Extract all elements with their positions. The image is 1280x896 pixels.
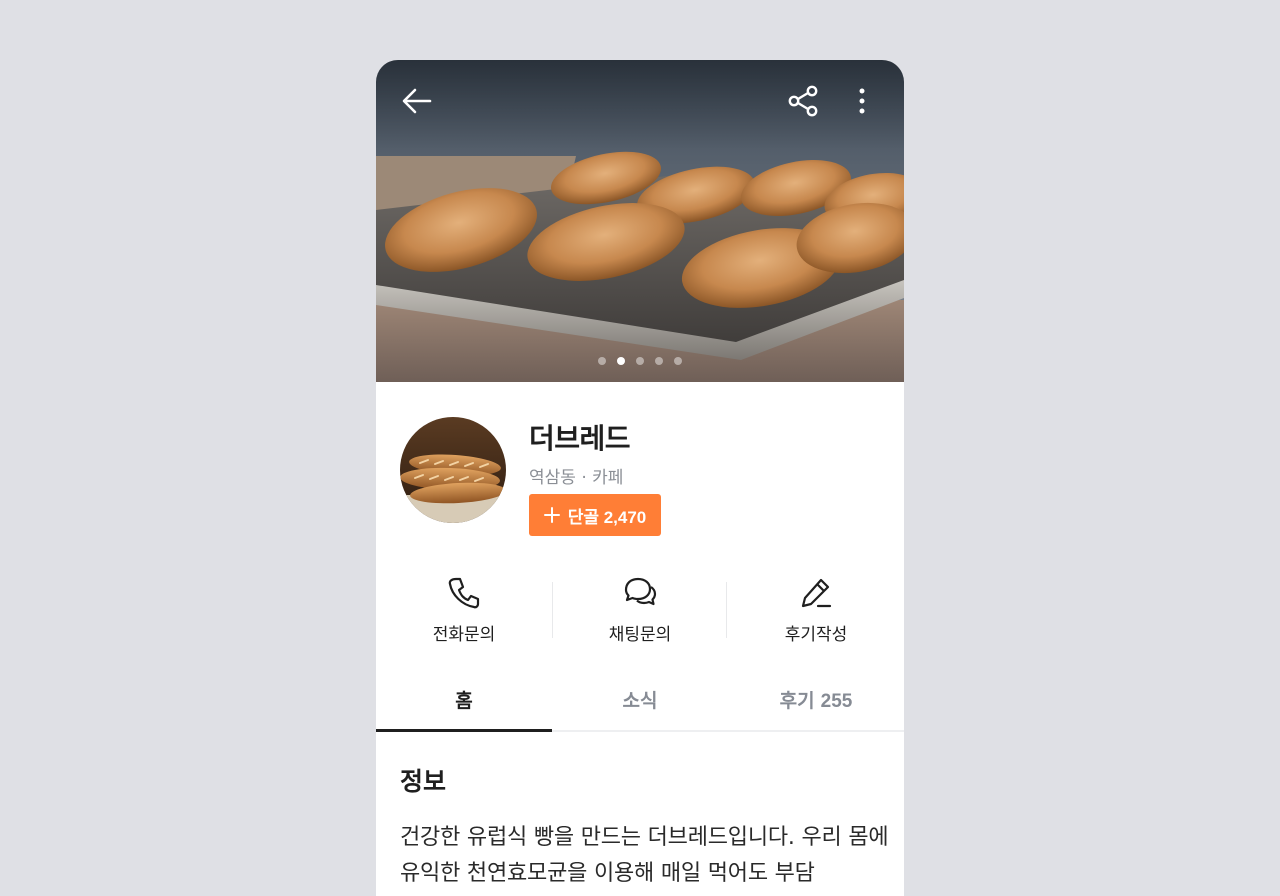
back-button[interactable] xyxy=(395,79,439,123)
action-row: 전화문의 채팅문의 후기작성 xyxy=(376,572,904,652)
hero-carousel[interactable] xyxy=(376,60,904,382)
phone-inquiry-button[interactable]: 전화문의 xyxy=(376,572,552,652)
more-options-button[interactable] xyxy=(840,79,884,123)
divider xyxy=(726,582,727,638)
tab-home-label: 홈 xyxy=(455,691,473,712)
regular-button-label: 단골 2,470 xyxy=(567,507,647,527)
more-vertical-icon xyxy=(859,88,865,114)
store-profile-screen: 더브레드 역삼동 · 카페 단골 2,470 전화문의 채팅문의 후기작성 홈 … xyxy=(376,60,904,896)
share-icon xyxy=(788,85,818,117)
page-dot-active[interactable] xyxy=(617,357,625,365)
write-review-button[interactable]: 후기작성 xyxy=(728,572,904,652)
divider xyxy=(552,582,553,638)
tab-news-label: 소식 xyxy=(622,691,658,712)
tab-news[interactable]: 소식 xyxy=(552,676,728,730)
tab-home[interactable]: 홈 xyxy=(376,676,552,732)
baguette-avatar xyxy=(400,417,506,523)
tab-reviews-label: 후기 xyxy=(779,691,815,712)
tab-bar: 홈 소식 후기 255 xyxy=(376,676,904,732)
phone-icon xyxy=(448,577,480,609)
pencil-icon xyxy=(801,578,832,608)
plus-icon xyxy=(543,507,560,523)
page-dot[interactable] xyxy=(655,357,663,365)
tab-reviews-count: 255 xyxy=(820,691,853,712)
chat-icon xyxy=(624,577,657,606)
page-indicator xyxy=(376,357,904,367)
store-avatar[interactable] xyxy=(400,417,506,523)
info-description: 건강한 유럽식 빵을 만드는 더브레드입니다. 우리 몸에 유익한 천연효모균을… xyxy=(400,825,889,886)
page-dot[interactable] xyxy=(674,357,682,365)
phone-inquiry-label: 전화문의 xyxy=(432,625,496,645)
chat-inquiry-button[interactable]: 채팅문의 xyxy=(552,572,728,652)
tab-reviews[interactable]: 후기 255 xyxy=(728,676,904,730)
chat-inquiry-label: 채팅문의 xyxy=(608,625,672,645)
write-review-label: 후기작성 xyxy=(784,625,848,645)
store-location-category: 역삼동 · 카페 xyxy=(529,468,624,488)
store-name: 더브레드 xyxy=(529,422,631,455)
page-dot[interactable] xyxy=(598,357,606,365)
back-arrow-icon xyxy=(402,88,432,114)
page-dot[interactable] xyxy=(636,357,644,365)
share-button[interactable] xyxy=(782,79,826,123)
info-section-title: 정보 xyxy=(400,767,447,796)
regular-customer-button[interactable]: 단골 2,470 xyxy=(529,494,661,536)
